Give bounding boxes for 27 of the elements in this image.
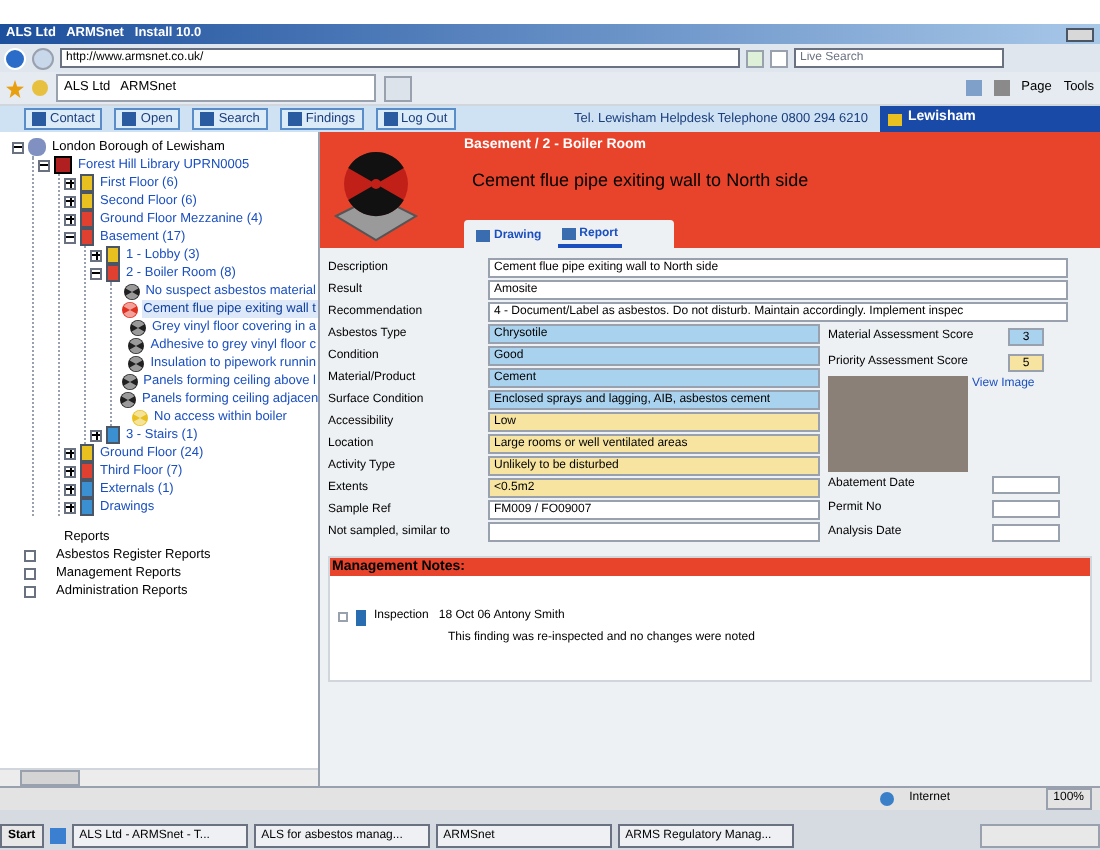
- input-field[interactable]: [992, 500, 1060, 518]
- collapse-icon[interactable]: [38, 159, 50, 171]
- expand-icon[interactable]: [64, 213, 76, 225]
- globe-icon: [879, 792, 894, 806]
- expand-icon[interactable]: [64, 465, 76, 477]
- expand-icon[interactable]: [64, 483, 76, 495]
- expand-icon[interactable]: [64, 177, 76, 189]
- input-field[interactable]: [992, 476, 1060, 494]
- expand-icon[interactable]: [90, 249, 102, 261]
- document-icon: [356, 609, 366, 625]
- photo-placeholder: [828, 376, 968, 472]
- collapse-icon[interactable]: [64, 231, 76, 243]
- star-icon[interactable]: [6, 79, 24, 97]
- quick-launch-icon[interactable]: [49, 828, 66, 844]
- expand-icon[interactable]: [64, 501, 76, 513]
- window-controls-icon[interactable]: [1066, 27, 1094, 41]
- back-icon[interactable]: [4, 47, 26, 69]
- input-field[interactable]: [488, 522, 820, 542]
- scrollbar[interactable]: [0, 768, 318, 786]
- finding-title: Cement flue pipe exiting wall to North side: [472, 167, 809, 194]
- system-tray: [980, 824, 1100, 848]
- expand-icon[interactable]: [64, 195, 76, 207]
- collapse-icon[interactable]: [90, 267, 102, 279]
- input-field[interactable]: [992, 524, 1060, 542]
- expand-icon[interactable]: [90, 429, 102, 441]
- expand-icon[interactable]: [64, 447, 76, 459]
- collapse-icon[interactable]: [12, 141, 24, 153]
